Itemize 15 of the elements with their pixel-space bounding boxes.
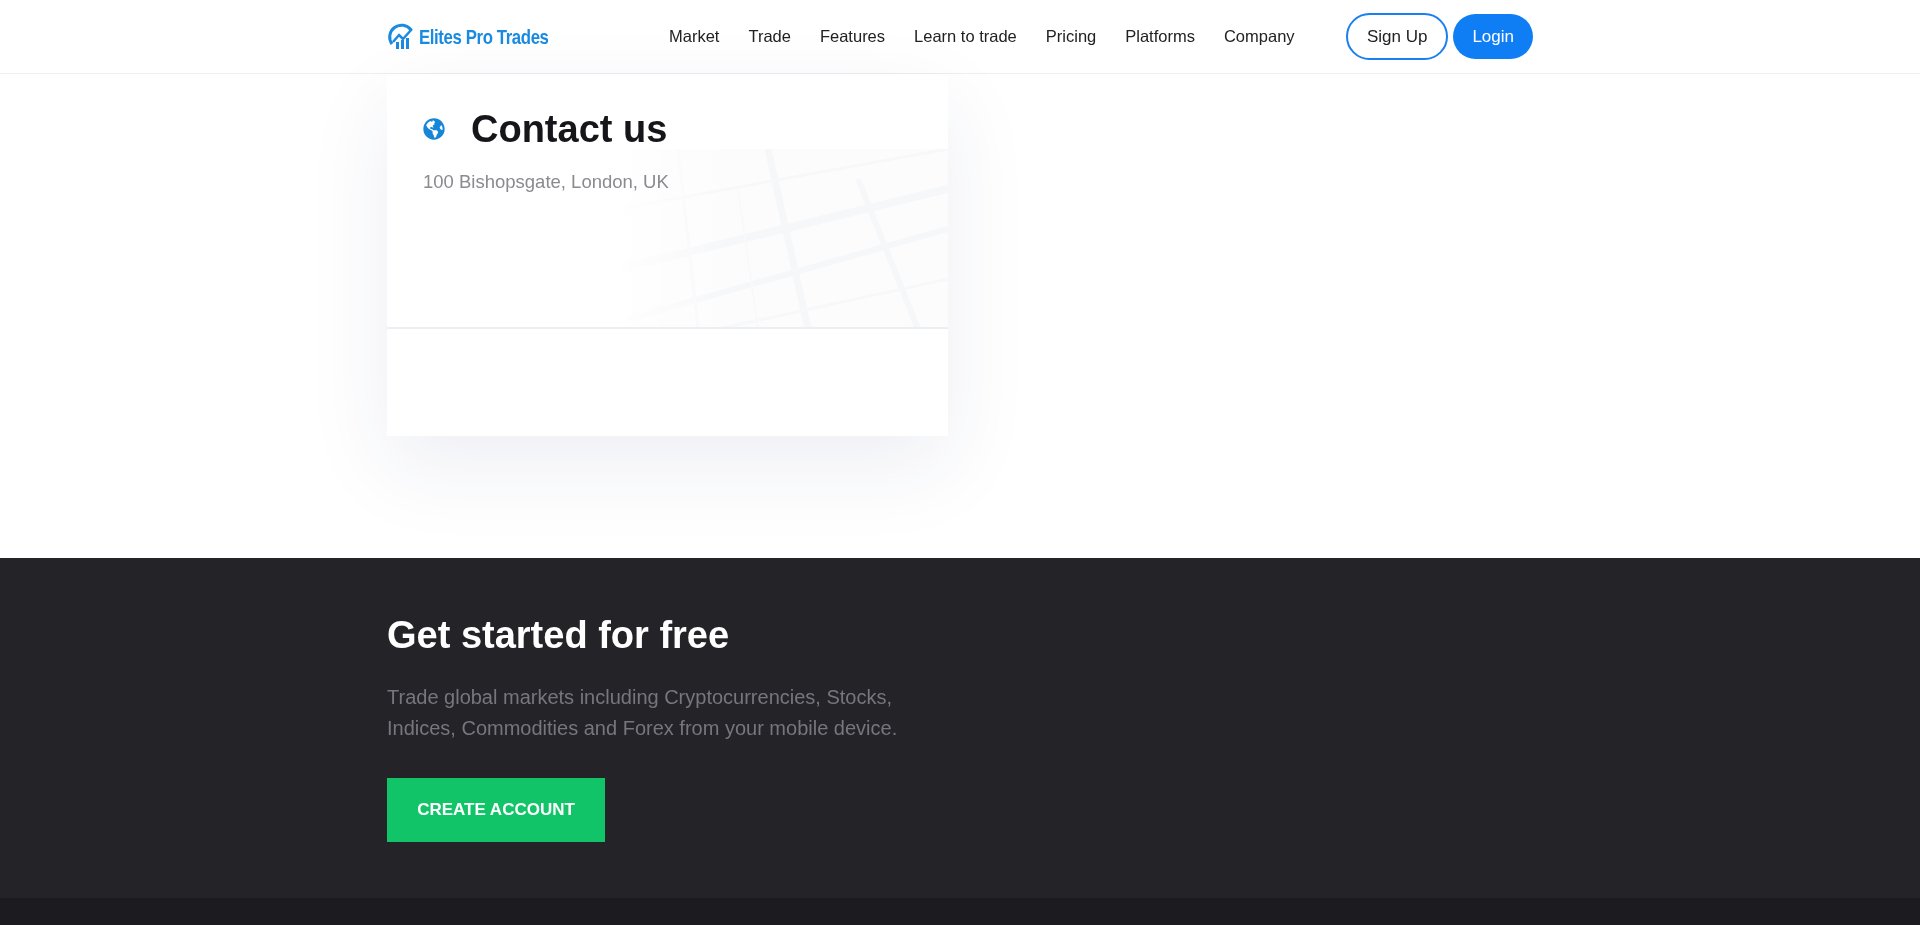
cta-text: Trade global markets including Cryptocurrencies, Stocks, Indices, Commodities and Forex from your mobile device.: [387, 684, 899, 741]
nav-link[interactable]: Pricing: [1045, 24, 1097, 49]
nav-link[interactable]: Company: [1223, 24, 1295, 49]
logo-text[interactable]: Elites Pro Trades: [419, 20, 549, 53]
nav-link[interactable]: Market: [669, 24, 720, 49]
sign-up-button[interactable]: Sign Up: [1345, 12, 1449, 61]
cta-title: Get started for free: [387, 613, 731, 658]
card-title: Contact us: [471, 110, 668, 148]
address-text: 100 Bishopsgate, London, UK: [422, 170, 670, 194]
nav-link[interactable]: Trade: [748, 24, 791, 49]
nav-link[interactable]: Learn to trade: [914, 24, 1017, 49]
nav-link[interactable]: Platforms: [1125, 24, 1195, 49]
login-button[interactable]: Login: [1453, 13, 1533, 60]
nav-link[interactable]: Features: [819, 24, 886, 49]
globe-icon: [423, 118, 445, 140]
